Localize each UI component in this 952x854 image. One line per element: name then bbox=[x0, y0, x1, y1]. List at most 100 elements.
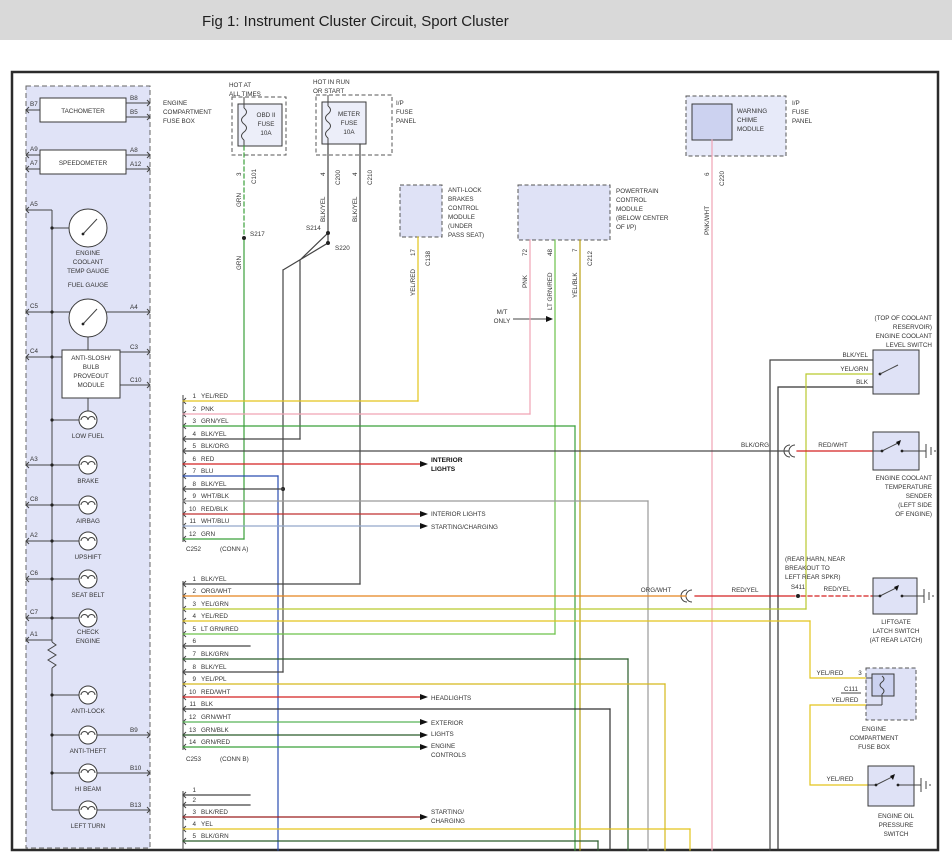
lamp-label: ANTI-THEFT bbox=[70, 748, 107, 755]
fusebox1-label: ENGINE bbox=[163, 100, 187, 107]
abs-label: ANTI-LOCK bbox=[448, 187, 482, 194]
wire-name: RED bbox=[201, 456, 215, 463]
wire-name: GRN/WHT bbox=[201, 714, 231, 721]
connector-label: C138 bbox=[425, 250, 432, 266]
wire-name: RED/BLK bbox=[201, 506, 229, 513]
abs-label: BRAKES bbox=[448, 196, 474, 203]
svg-text:ENGINE OIL: ENGINE OIL bbox=[878, 813, 915, 820]
destination-label: ENGINE bbox=[431, 743, 455, 750]
svg-text:ENGINE COOLANT: ENGINE COOLANT bbox=[876, 475, 932, 482]
wire-name: LT GRN/RED bbox=[201, 626, 239, 633]
pin-number: 7 bbox=[572, 248, 579, 252]
wire-label: LT GRN/RED bbox=[547, 272, 554, 310]
wire-label: RED/WHT bbox=[818, 442, 848, 449]
destination-label: EXTERIOR bbox=[431, 720, 464, 727]
svg-text:FUSE BOX: FUSE BOX bbox=[858, 744, 891, 751]
pin-number: 4 bbox=[192, 821, 196, 828]
connector-name: C253 bbox=[186, 756, 202, 763]
pin-number: 3 bbox=[192, 809, 196, 816]
pin-number: 5 bbox=[192, 443, 196, 450]
destination-label: CHARGING bbox=[431, 818, 465, 825]
pin-number: 10 bbox=[189, 689, 197, 696]
pin-number: 9 bbox=[192, 676, 196, 683]
wire-name: BLK/YEL bbox=[201, 664, 227, 671]
chime-panel-label: PANEL bbox=[792, 118, 813, 125]
svg-text:LEFT REAR SPKR): LEFT REAR SPKR) bbox=[785, 574, 841, 581]
svg-text:BREAKOUT TO: BREAKOUT TO bbox=[785, 565, 830, 572]
ip-panel-label: I/P bbox=[396, 100, 404, 107]
pcm-label: POWERTRAIN bbox=[616, 188, 659, 195]
connector-label: C212 bbox=[587, 250, 594, 266]
splice-s214 bbox=[326, 231, 330, 235]
svg-text:LATCH SWITCH: LATCH SWITCH bbox=[873, 628, 920, 635]
svg-text:PRESSURE: PRESSURE bbox=[879, 822, 914, 829]
hot-label: HOT AT bbox=[229, 82, 251, 89]
svg-text:OF ENGINE): OF ENGINE) bbox=[895, 511, 932, 518]
pin-number: 1 bbox=[192, 576, 196, 583]
pcm-label: OF I/P) bbox=[616, 224, 636, 231]
pin-number: 7 bbox=[192, 468, 196, 475]
pin-number: 3 bbox=[858, 670, 862, 677]
pin-label: A9 bbox=[30, 146, 38, 153]
wire-name: YEL/GRN bbox=[201, 601, 229, 608]
destination-label: LIGHTS bbox=[431, 731, 454, 738]
wire-name: GRN/RED bbox=[201, 739, 230, 746]
ip-panel-label: PANEL bbox=[396, 118, 417, 125]
wire-label: BLK/ORG bbox=[741, 442, 769, 449]
pin-label: B13 bbox=[130, 802, 142, 809]
wire-name: BLK/YEL bbox=[201, 481, 227, 488]
fuse1-label: OBD II bbox=[257, 112, 276, 119]
mt-only-label: M/T bbox=[497, 309, 508, 316]
svg-text:(AT REAR LATCH): (AT REAR LATCH) bbox=[870, 637, 923, 644]
lamp-label: UPSHIFT bbox=[75, 554, 102, 561]
pin-label: C8 bbox=[30, 496, 39, 503]
pin-label: C3 bbox=[130, 344, 139, 351]
wire-label: PNK bbox=[522, 274, 529, 288]
fuse2-label: METER bbox=[338, 111, 360, 118]
wire-name: YEL/PPL bbox=[201, 676, 227, 683]
wiring-diagram-page: Fig 1: Instrument Cluster Circuit, Sport… bbox=[0, 0, 952, 854]
pin-number: 2 bbox=[192, 797, 196, 804]
wire-label: YEL/RED bbox=[832, 697, 859, 704]
fuse1-label: 10A bbox=[260, 130, 272, 137]
destination-label: HEADLIGHTS bbox=[431, 695, 471, 702]
pin-number: 4 bbox=[192, 613, 196, 620]
instrument-cluster-panel: B7 B8 B5 A9 A8 A7 A12 A5 C5 A4 C4 C3 C10… bbox=[26, 86, 150, 848]
wire-name: WHT/BLK bbox=[201, 493, 230, 500]
wire-name: BLK/RED bbox=[201, 809, 228, 816]
chime-label: MODULE bbox=[737, 126, 764, 133]
wire-name: GRN/BLK bbox=[201, 727, 229, 734]
pin-number: 7 bbox=[192, 651, 196, 658]
pin-label: A7 bbox=[30, 160, 38, 167]
wire-name: YEL/RED bbox=[201, 393, 228, 400]
splice-s217 bbox=[242, 236, 246, 240]
pin-number: 5 bbox=[192, 833, 196, 840]
fusebox1-label: FUSE BOX bbox=[163, 118, 196, 125]
level-switch-box bbox=[873, 350, 919, 394]
wire-label: RED/YEL bbox=[732, 587, 759, 594]
header: Fig 1: Instrument Cluster Circuit, Sport… bbox=[0, 0, 952, 40]
pin-number: 1 bbox=[192, 393, 196, 400]
wire-label: PNK/WHT bbox=[704, 206, 711, 235]
wire-name: BLK/YEL bbox=[201, 576, 227, 583]
pin-label: B8 bbox=[130, 95, 138, 102]
pin-label: B5 bbox=[130, 109, 138, 116]
pin-number: 72 bbox=[522, 248, 529, 256]
chime-panel-label: I/P bbox=[792, 100, 800, 107]
wire-name: PNK bbox=[201, 406, 215, 413]
pin-label: C4 bbox=[30, 348, 39, 355]
abs-label: MODULE bbox=[448, 214, 475, 221]
oil-switch-box bbox=[868, 766, 914, 806]
pin-label: B7 bbox=[30, 101, 38, 108]
svg-text:LIFTGATE: LIFTGATE bbox=[881, 619, 911, 626]
lamp-label: BRAKE bbox=[77, 478, 98, 485]
svg-text:TEMPERATURE: TEMPERATURE bbox=[885, 484, 932, 491]
pin-number: 2 bbox=[192, 406, 196, 413]
wire-label: YEL/GRN bbox=[840, 366, 868, 373]
destination-label: STARTING/CHARGING bbox=[431, 524, 498, 531]
pin-number: 1 bbox=[192, 787, 196, 794]
pin-label: A2 bbox=[30, 532, 38, 539]
svg-text:MODULE: MODULE bbox=[78, 382, 105, 389]
wire-label: BLK/YEL bbox=[352, 196, 359, 222]
abs-label: PASS SEAT) bbox=[448, 232, 484, 239]
